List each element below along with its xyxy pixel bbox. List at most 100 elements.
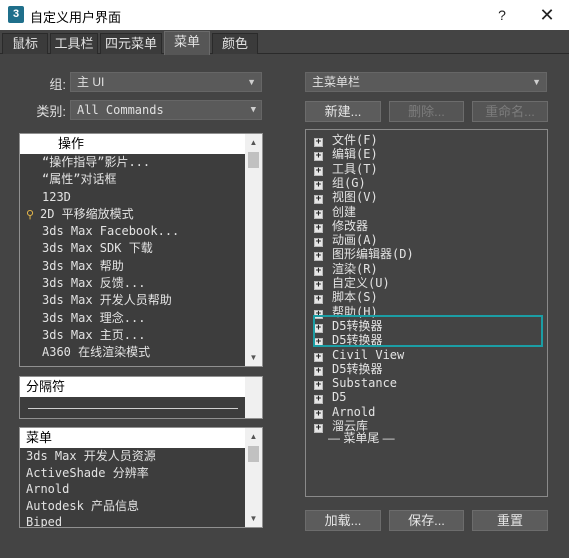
action-item[interactable]: 3ds Max 主页...: [20, 327, 262, 344]
expand-icon[interactable]: +: [314, 166, 323, 176]
menu-tree-item-label: 图形编辑器(D): [332, 247, 414, 262]
menu-tree-item[interactable]: + 脚本(S): [314, 290, 378, 305]
tab-quads[interactable]: 四元菜单: [100, 33, 162, 54]
menus-list[interactable]: 菜单 3ds Max 开发人员资源 ActiveShade 分辨率 Arnold Au…: [19, 427, 263, 528]
expand-icon[interactable]: +: [314, 223, 323, 233]
menus-scrollbar[interactable]: ▲ ▼: [245, 428, 262, 527]
chevron-down-icon: ▼: [532, 77, 541, 87]
save-button[interactable]: 保存...: [389, 510, 464, 531]
menu-tree-item[interactable]: + D5转换器: [314, 362, 382, 376]
menu-tree-item[interactable]: + 图形编辑器(D): [314, 247, 414, 262]
expand-icon[interactable]: +: [314, 209, 323, 219]
scroll-up-icon[interactable]: ▲: [245, 134, 262, 151]
category-select[interactable]: All Commands ▼: [70, 100, 262, 120]
separator-list[interactable]: 分隔符: [19, 376, 263, 419]
menu-list-item[interactable]: Biped: [20, 514, 262, 527]
menu-tree-item-label: 编辑(E): [332, 147, 378, 162]
menu-tree-item[interactable]: + 创建: [314, 205, 356, 219]
expand-icon[interactable]: +: [314, 366, 323, 376]
menu-tree-item-label: 工具(T): [332, 161, 378, 176]
reset-button[interactable]: 重置: [472, 510, 548, 531]
action-item[interactable]: 3ds Max Facebook...: [20, 223, 262, 240]
group-select[interactable]: 主 UI ▼: [70, 72, 262, 92]
action-item[interactable]: 3ds Max 理念...: [20, 310, 262, 327]
expand-icon[interactable]: +: [314, 180, 323, 190]
menu-tree-item-label: 文件(F): [332, 133, 378, 147]
menu-list-item[interactable]: ActiveShade 分辨率: [20, 465, 262, 482]
help-button[interactable]: ?: [493, 5, 511, 25]
expand-icon[interactable]: +: [314, 281, 323, 290]
action-item[interactable]: ⚲ 2D 平移缩放模式: [20, 206, 262, 223]
menu-list-item[interactable]: Arnold: [20, 481, 262, 498]
scroll-up-icon[interactable]: ▲: [245, 428, 262, 445]
menu-tree-item[interactable]: + 组(G): [314, 176, 366, 190]
expand-icon[interactable]: +: [314, 195, 323, 205]
menu-tree-item-label: 脚本(S): [332, 290, 378, 305]
scroll-down-icon[interactable]: ▼: [245, 510, 262, 527]
action-item[interactable]: 3ds Max SDK 下载: [20, 240, 262, 257]
category-select-value: All Commands: [77, 103, 164, 117]
expand-icon[interactable]: +: [314, 424, 323, 433]
expand-icon[interactable]: +: [314, 352, 323, 362]
new-button[interactable]: 新建...: [305, 101, 381, 122]
expand-icon[interactable]: +: [314, 395, 323, 405]
expand-icon[interactable]: +: [314, 409, 323, 419]
app-icon: 3: [8, 6, 24, 23]
tab-toolbars[interactable]: 工具栏: [50, 33, 98, 54]
action-item[interactable]: “操作指导”影片...: [20, 154, 262, 171]
action-item[interactable]: 123D: [20, 189, 262, 206]
tab-menus[interactable]: 菜单: [164, 31, 210, 55]
expand-icon[interactable]: +: [314, 138, 323, 147]
window-title: 自定义用户界面: [30, 10, 122, 25]
menu-tree-item[interactable]: + 工具(T): [314, 162, 378, 176]
close-button[interactable]: ✕: [537, 4, 557, 26]
delete-button[interactable]: 删除...: [389, 101, 464, 122]
menu-tree-item-label: Civil View: [332, 347, 405, 362]
scroll-down-icon[interactable]: ▼: [245, 349, 262, 366]
load-button[interactable]: 加载...: [305, 510, 381, 531]
action-item[interactable]: A360 在线渲染模式: [20, 344, 262, 361]
expand-icon[interactable]: +: [314, 266, 323, 276]
menu-tree-item-label: 修改器: [332, 218, 369, 233]
menu-tree-item[interactable]: + 动画(A): [314, 233, 378, 248]
actions-list[interactable]: 操作 “操作指导”影片... “属性”对话框 123D ⚲ 2D 平移缩放模式 3ds M…: [19, 133, 263, 367]
menu-tree-item-label: 组(G): [332, 175, 366, 190]
menu-end-marker[interactable]: — 菜单尾 —: [328, 431, 395, 445]
separator-line[interactable]: [28, 408, 238, 409]
chevron-down-icon: ▼: [250, 105, 256, 115]
menu-select[interactable]: 主菜单栏 ▼: [305, 72, 547, 92]
menu-tree[interactable]: + 文件(F) + 编辑(E) + 工具(T) + 组(G) + 视图(V) + 创建 + 修改器 + 动画(…: [305, 129, 548, 497]
chevron-down-icon: ▼: [247, 77, 256, 87]
expand-icon[interactable]: +: [314, 381, 323, 391]
menu-tree-item[interactable]: + Substance: [314, 376, 398, 391]
menu-tree-item[interactable]: + 自定义(U): [314, 276, 390, 290]
menu-tree-item[interactable]: + Civil View: [314, 348, 404, 362]
menu-list-item[interactable]: Autodesk 产品信息: [20, 498, 262, 515]
expand-icon[interactable]: +: [314, 152, 323, 162]
scroll-thumb[interactable]: [248, 152, 259, 168]
rename-button[interactable]: 重命名...: [472, 101, 548, 122]
menu-tree-item[interactable]: + 视图(V): [314, 190, 378, 205]
menu-tree-item[interactable]: + 渲染(R): [314, 262, 378, 276]
menu-tree-item-label: 视图(V): [332, 190, 378, 205]
expand-icon[interactable]: +: [314, 252, 323, 262]
menu-tree-item-label: 自定义(U): [332, 276, 390, 290]
expand-icon[interactable]: +: [314, 238, 323, 248]
tab-mouse[interactable]: 鼠标: [2, 33, 48, 54]
menu-list-item[interactable]: 3ds Max 开发人员资源: [20, 448, 262, 465]
scroll-thumb[interactable]: [248, 446, 259, 462]
menu-tree-item[interactable]: + 修改器: [314, 219, 368, 233]
action-item[interactable]: 3ds Max 反馈...: [20, 275, 262, 292]
menu-tree-item[interactable]: + 编辑(E): [314, 147, 378, 162]
actions-scrollbar[interactable]: ▲ ▼: [245, 134, 262, 366]
action-item[interactable]: “属性”对话框: [20, 171, 262, 188]
menu-tree-item-label: Substance: [332, 376, 398, 391]
menu-tree-item[interactable]: + 文件(F): [314, 133, 378, 147]
tab-colors[interactable]: 颜色: [212, 33, 258, 54]
action-item[interactable]: 3ds Max 帮助: [20, 258, 262, 275]
expand-icon[interactable]: +: [314, 295, 323, 305]
menu-select-value: 主菜单栏: [312, 75, 361, 89]
action-item[interactable]: 3ds Max 开发人员帮助: [20, 292, 262, 309]
menu-tree-item[interactable]: + Arnold: [314, 405, 375, 419]
menu-tree-item[interactable]: + D5: [314, 390, 346, 405]
